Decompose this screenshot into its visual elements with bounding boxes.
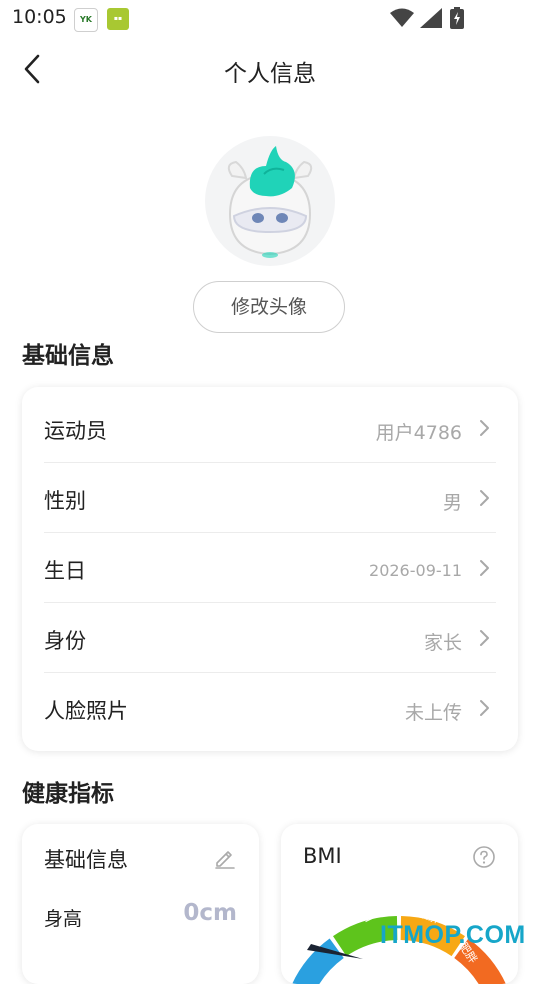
status-time: 10:05 — [12, 6, 67, 28]
health-section-title: 健康指标 — [22, 781, 114, 807]
wifi-icon — [390, 8, 414, 27]
row-label: 生日 — [44, 559, 86, 583]
info-row-athlete[interactable]: 运动员 用户4786 — [44, 393, 496, 463]
app-notification-icon: YK — [74, 8, 98, 32]
info-row-gender[interactable]: 性别 男 — [44, 463, 496, 533]
watermark: ITMOP.COM — [380, 921, 526, 949]
row-value: 用户4786 — [375, 422, 462, 444]
bmi-card: BMI 正常 偏胖 肥胖 — [281, 824, 518, 984]
app-notification-icon-2: ▪▪ — [107, 8, 129, 30]
info-row-identity[interactable]: 身份 家长 — [44, 603, 496, 673]
row-value: 2026-09-11 — [369, 561, 462, 580]
height-value: 0cm — [183, 900, 237, 926]
height-label: 身高 — [44, 908, 83, 930]
row-value: 未上传 — [404, 702, 462, 724]
chevron-right-icon — [480, 630, 489, 646]
basic-info-section-title: 基础信息 — [22, 343, 114, 369]
chevron-right-icon — [480, 560, 489, 576]
row-label: 身份 — [44, 629, 86, 653]
row-label: 运动员 — [44, 419, 107, 443]
avatar[interactable] — [205, 136, 335, 266]
chevron-right-icon — [480, 420, 489, 436]
chevron-right-icon — [480, 700, 489, 716]
gauge-segment — [292, 938, 344, 984]
row-value: 家长 — [423, 632, 462, 654]
signal-icon — [420, 8, 442, 28]
basic-info-card: 运动员 用户4786 性别 男 生日 2026-09-11 身份 家长 人脸照片… — [22, 387, 518, 751]
row-label: 人脸照片 — [44, 699, 128, 723]
unicorn-mascot-avatar-icon — [227, 146, 313, 258]
health-basic-card: 基础信息 身高 0cm — [22, 824, 259, 984]
pencil-icon[interactable] — [213, 846, 237, 870]
chevron-right-icon — [480, 490, 489, 506]
health-basic-title: 基础信息 — [44, 848, 128, 872]
header-bar: 个人信息 — [0, 38, 540, 100]
battery-charging-icon — [450, 7, 464, 29]
row-value: 男 — [442, 492, 462, 514]
info-row-birthday[interactable]: 生日 2026-09-11 — [44, 533, 496, 603]
info-row-face-photo[interactable]: 人脸照片 未上传 — [44, 673, 496, 743]
page-title: 个人信息 — [224, 61, 316, 87]
edit-avatar-button[interactable]: 修改头像 — [193, 281, 345, 333]
bmi-gauge: 正常 偏胖 肥胖 — [292, 904, 506, 984]
status-bar: 10:05 YK ▪▪ — [0, 0, 540, 38]
row-label: 性别 — [44, 489, 86, 513]
